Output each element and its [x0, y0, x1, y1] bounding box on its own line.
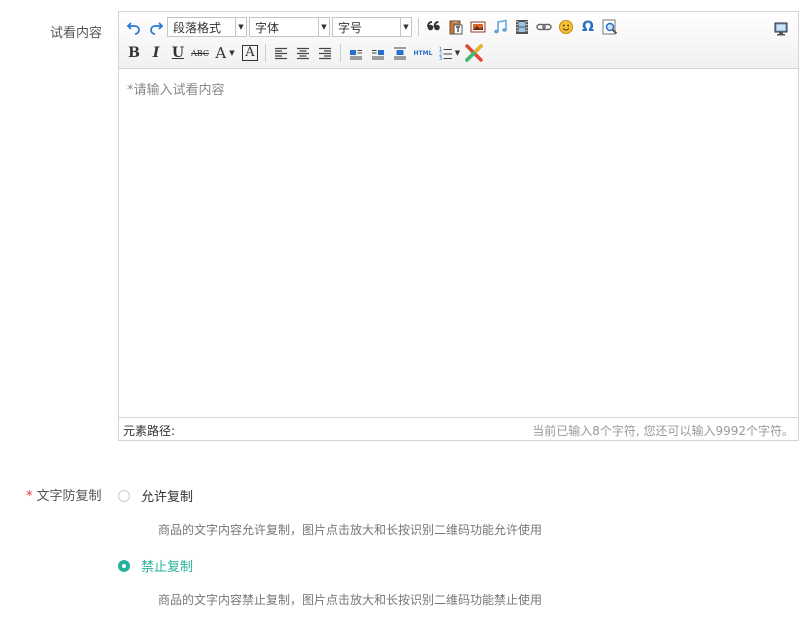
chevron-down-icon: ▼ — [318, 18, 329, 36]
html-source-icon[interactable]: HTML — [411, 42, 435, 64]
search-replace-icon[interactable] — [599, 16, 621, 38]
list-icon[interactable]: 123 ▼ — [435, 42, 463, 64]
toolbar-separator — [418, 18, 419, 36]
copy-protection-label-text: 文字防复制 — [36, 489, 102, 504]
toolbar-row-2: B I U ABC A ▼ A HTML 1 2 3 ▼ — [123, 41, 485, 65]
font-color-glyph: A — [215, 44, 227, 62]
italic-icon[interactable]: I — [145, 42, 167, 64]
editor-placeholder: *请输入试看内容 — [127, 83, 225, 98]
redo-icon[interactable] — [145, 16, 167, 38]
toolbar-separator — [340, 44, 341, 62]
undo-icon[interactable] — [123, 16, 145, 38]
link-icon[interactable] — [533, 16, 555, 38]
music-icon[interactable] — [489, 16, 511, 38]
fullscreen-icon[interactable] — [770, 18, 792, 40]
element-path: 元素路径: — [123, 424, 176, 438]
chevron-down-icon: ▼ — [235, 18, 246, 36]
forbid-copy-option[interactable]: 禁止复制 — [118, 556, 193, 575]
paragraph-format-value: 段落格式 — [173, 20, 222, 35]
editor-content-area[interactable]: *请输入试看内容 — [119, 69, 798, 419]
preview-content-label: 试看内容 — [50, 26, 103, 41]
toolbar-row-1: 段落格式 ▼ 字体 ▼ 字号 ▼ Ω — [123, 15, 621, 39]
chevron-down-icon: ▼ — [400, 18, 411, 36]
chevron-down-icon: ▼ — [229, 49, 235, 57]
font-family-value: 字体 — [255, 20, 280, 35]
copy-protection-label: * 文字防复制 — [26, 485, 102, 504]
paste-text-icon[interactable] — [445, 16, 467, 38]
rich-text-editor: 段落格式 ▼ 字体 ▼ 字号 ▼ Ω B I U ABC A ▼ A HTML … — [118, 11, 799, 441]
align-left-icon[interactable] — [270, 42, 292, 64]
blockquote-icon[interactable] — [423, 16, 445, 38]
special-char-icon[interactable]: Ω — [577, 16, 599, 38]
background-color-glyph: A — [242, 45, 258, 61]
toolbar-separator — [265, 44, 266, 62]
underline-icon[interactable]: U — [167, 42, 189, 64]
allow-copy-label: 允许复制 — [141, 490, 194, 505]
editor-toolbar: 段落格式 ▼ 字体 ▼ 字号 ▼ Ω B I U ABC A ▼ A HTML … — [119, 12, 798, 69]
align-right-icon[interactable] — [314, 42, 336, 64]
background-color-icon[interactable]: A — [239, 42, 261, 64]
paragraph-format-select[interactable]: 段落格式 ▼ — [167, 17, 247, 37]
emoji-icon[interactable] — [555, 16, 577, 38]
forbid-copy-description: 商品的文字内容禁止复制，图片点击放大和长按识别二维码功能禁止使用 — [158, 593, 543, 607]
allow-copy-option[interactable]: 允许复制 — [118, 486, 193, 505]
bold-icon[interactable]: B — [123, 42, 145, 64]
plugin-icon[interactable] — [463, 42, 485, 64]
svg-text:3: 3 — [439, 56, 442, 61]
char-count: 当前已输入8个字符, 您还可以输入9992个字符。 — [532, 424, 794, 438]
video-icon[interactable] — [511, 16, 533, 38]
required-mark: * — [26, 489, 33, 504]
chevron-down-icon: ▼ — [454, 49, 461, 57]
forbid-copy-label: 禁止复制 — [141, 560, 194, 575]
font-size-select[interactable]: 字号 ▼ — [332, 17, 412, 37]
image-center-icon[interactable] — [389, 42, 411, 64]
font-color-icon[interactable]: A ▼ — [211, 42, 239, 64]
forbid-copy-radio[interactable] — [118, 559, 130, 572]
editor-status-bar: 元素路径: 当前已输入8个字符, 您还可以输入9992个字符。 — [119, 417, 798, 440]
image-float-left-icon[interactable] — [345, 42, 367, 64]
font-family-select[interactable]: 字体 ▼ — [249, 17, 330, 37]
allow-copy-radio[interactable] — [118, 489, 130, 502]
image-float-right-icon[interactable] — [367, 42, 389, 64]
allow-copy-description: 商品的文字内容允许复制，图片点击放大和长按识别二维码功能允许使用 — [158, 523, 543, 537]
insert-image-icon[interactable] — [467, 16, 489, 38]
align-center-icon[interactable] — [292, 42, 314, 64]
font-size-value: 字号 — [338, 20, 363, 35]
strikethrough-icon[interactable]: ABC — [189, 42, 211, 64]
